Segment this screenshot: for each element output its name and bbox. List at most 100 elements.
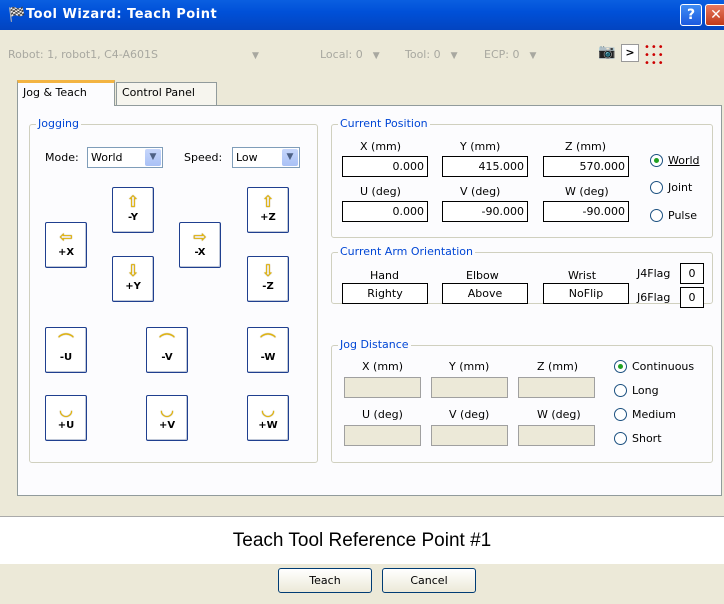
arrow-up-icon: ⇧ xyxy=(261,192,275,211)
title-bar: 🏁 Tool Wizard: Teach Point ? ✕ xyxy=(0,0,724,30)
chevron-down-icon: ▼ xyxy=(252,51,259,61)
radio-indicator xyxy=(614,408,627,421)
rotate-ccw-icon: ⌒ xyxy=(57,332,74,351)
jog-minus-w-button[interactable]: ⌒ -W xyxy=(247,327,289,373)
jog-button-label: +Y xyxy=(125,281,141,292)
distance-u-label: U (deg) xyxy=(362,408,403,421)
robot-select[interactable]: Robot: 1, robot1, C4-A601S ▼ xyxy=(8,48,259,61)
arrow-up-icon: ⇧ xyxy=(126,192,140,211)
distance-y-field[interactable] xyxy=(431,377,508,398)
close-button[interactable]: ✕ xyxy=(705,4,724,26)
ecp-select-label: ECP: 0 xyxy=(484,48,520,61)
arm-orientation-title: Current Arm Orientation xyxy=(338,245,475,258)
radio-short[interactable]: Short xyxy=(614,432,662,445)
radio-pulse[interactable]: Pulse xyxy=(650,209,697,222)
radio-long[interactable]: Long xyxy=(614,384,659,397)
jog-plus-z-button[interactable]: ⇧ +Z xyxy=(247,187,289,233)
jog-button-label: -Y xyxy=(128,212,138,223)
camera-icon[interactable]: 📷 xyxy=(598,44,616,62)
jog-minus-x-button[interactable]: ⇨ -X xyxy=(179,222,221,268)
rotate-cw-icon: ◡ xyxy=(59,400,73,419)
rotate-ccw-icon: ⌒ xyxy=(158,332,175,351)
jog-button-label: +U xyxy=(57,420,75,431)
jog-minus-v-button[interactable]: ⌒ -V xyxy=(146,327,188,373)
elbow-label: Elbow xyxy=(466,269,499,282)
radio-joint[interactable]: Joint xyxy=(650,181,692,194)
hand-label: Hand xyxy=(370,269,399,282)
radio-indicator xyxy=(650,209,663,222)
jog-minus-u-button[interactable]: ⌒ -U xyxy=(45,327,87,373)
jog-plus-v-button[interactable]: ◡ +V xyxy=(146,395,188,441)
distance-x-label: X (mm) xyxy=(362,360,404,373)
position-y-value: 415.000 xyxy=(442,156,528,177)
rotate-cw-icon: ◡ xyxy=(261,400,275,419)
radio-medium[interactable]: Medium xyxy=(614,408,676,421)
distance-u-field[interactable] xyxy=(344,425,421,446)
instruction-text: Teach Tool Reference Point #1 xyxy=(232,530,492,551)
jog-plus-u-button[interactable]: ◡ +U xyxy=(45,395,87,441)
distance-z-field[interactable] xyxy=(518,377,595,398)
jog-button-label: +X xyxy=(57,247,75,258)
jog-button-label: -U xyxy=(59,352,73,363)
window-title: Tool Wizard: Teach Point xyxy=(26,7,218,22)
radio-pulse-label: Pulse xyxy=(668,209,697,222)
mode-select-value: World xyxy=(91,151,123,164)
radio-world[interactable]: World xyxy=(650,154,700,167)
position-u-label: U (deg) xyxy=(360,185,401,198)
jog-button-label: -W xyxy=(260,352,276,363)
current-position-title: Current Position xyxy=(338,117,430,130)
position-w-value: -90.000 xyxy=(543,201,629,222)
jogging-title: Jogging xyxy=(36,117,81,130)
distance-w-label: W (deg) xyxy=(537,408,581,421)
jog-plus-y-button[interactable]: ⇩ +Y xyxy=(112,256,154,302)
robot-select-label: Robot: 1, robot1, C4-A601S xyxy=(8,48,159,61)
speed-select[interactable]: Low ▼ xyxy=(232,147,300,168)
distance-v-field[interactable] xyxy=(431,425,508,446)
hand-value: Righty xyxy=(342,283,428,304)
jog-plus-w-button[interactable]: ◡ +W xyxy=(247,395,289,441)
teach-button[interactable]: Teach xyxy=(278,568,372,593)
chevron-down-icon: ▼ xyxy=(450,51,458,61)
command-window-icon[interactable]: > xyxy=(621,44,639,62)
cancel-button[interactable]: Cancel xyxy=(382,568,476,593)
radio-continuous-label: Continuous xyxy=(632,360,695,373)
jog-plus-x-button[interactable]: ⇦ +X xyxy=(45,222,87,268)
position-w-label: W (deg) xyxy=(565,185,609,198)
distance-x-field[interactable] xyxy=(344,377,421,398)
distance-z-label: Z (mm) xyxy=(537,360,579,373)
position-z-label: Z (mm) xyxy=(565,140,607,153)
mode-label: Mode: xyxy=(45,151,79,164)
position-u-value: 0.000 xyxy=(342,201,428,222)
distance-y-label: Y (mm) xyxy=(449,360,490,373)
local-select[interactable]: Local: 0 ▼ xyxy=(320,48,380,61)
help-button[interactable]: ? xyxy=(680,4,702,26)
tool-select[interactable]: Tool: 0 ▼ xyxy=(405,48,458,61)
position-v-value: -90.000 xyxy=(442,201,528,222)
position-z-value: 570.000 xyxy=(543,156,629,177)
jog-button-label: +W xyxy=(258,420,278,431)
arrow-down-icon: ⇩ xyxy=(261,261,275,280)
jog-distance-group: Jog Distance X (mm) Y (mm) Z (mm) U (deg… xyxy=(331,338,713,463)
ecp-select[interactable]: ECP: 0 ▼ xyxy=(484,48,536,61)
radio-world-label: World xyxy=(668,154,700,167)
rotate-ccw-icon: ⌒ xyxy=(259,332,276,351)
jog-button-label: -V xyxy=(161,352,173,363)
radio-indicator xyxy=(614,432,627,445)
tab-control-panel[interactable]: Control Panel xyxy=(116,82,217,105)
chevron-down-icon: ▼ xyxy=(372,51,380,61)
jog-minus-y-button[interactable]: ⇧ -Y xyxy=(112,187,154,233)
toolbar: Robot: 1, robot1, C4-A601S ▼ Local: 0 ▼ To… xyxy=(0,30,724,76)
distance-w-field[interactable] xyxy=(518,425,595,446)
tab-jog-teach[interactable]: Jog & Teach xyxy=(17,80,115,106)
arm-orientation-group: Current Arm Orientation Hand Elbow Wrist… xyxy=(331,245,713,308)
j6flag-label: J6Flag xyxy=(637,291,671,304)
mode-select[interactable]: World ▼ xyxy=(87,147,163,168)
arrow-left-icon: ⇦ xyxy=(59,227,73,246)
wrist-value: NoFlip xyxy=(543,283,629,304)
io-monitor-icon[interactable]: ••• ••• ••• xyxy=(644,43,664,69)
radio-continuous[interactable]: Continuous xyxy=(614,360,694,373)
app-icon: 🏁 xyxy=(8,7,26,23)
radio-indicator xyxy=(614,384,627,397)
jog-minus-z-button[interactable]: ⇩ -Z xyxy=(247,256,289,302)
jogging-group: Jogging Mode: World ▼ Speed: Low ▼ ⇦ +X ⇧ -Y… xyxy=(29,117,318,463)
